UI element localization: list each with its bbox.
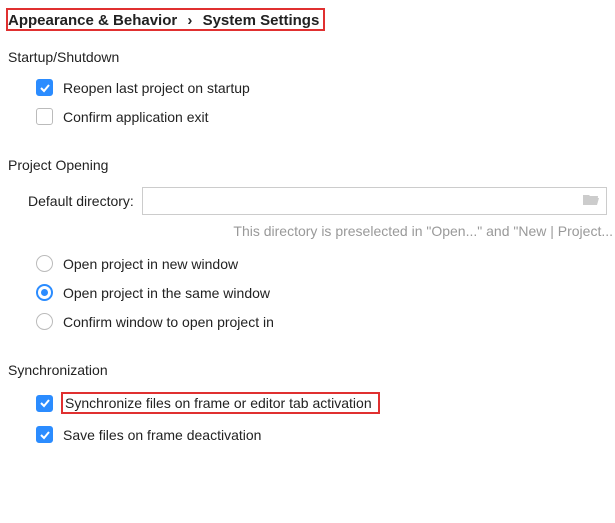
check-icon [39,429,51,441]
label-save-frame: Save files on frame deactivation [63,427,261,443]
label-reopen: Reopen last project on startup [63,80,250,96]
option-save-on-frame[interactable]: Save files on frame deactivation [0,420,615,449]
default-directory-input[interactable] [142,187,607,215]
folder-icon[interactable] [583,193,599,209]
label-new-window: Open project in new window [63,256,238,272]
section-title-opening: Project Opening [0,131,615,181]
checkbox-save-frame[interactable] [36,426,53,443]
option-reopen-last-project[interactable]: Reopen last project on startup [0,73,615,102]
section-title-startup: Startup/Shutdown [0,37,615,73]
option-open-new-window[interactable]: Open project in new window [0,249,615,278]
option-open-same-window[interactable]: Open project in the same window [0,278,615,307]
section-title-sync: Synchronization [0,336,615,386]
default-directory-label: Default directory: [28,193,134,209]
check-icon [39,82,51,94]
chevron-right-icon: › [187,12,192,29]
breadcrumb-parent[interactable]: Appearance & Behavior [8,12,177,29]
label-confirm-exit: Confirm application exit [63,109,209,125]
checkbox-reopen[interactable] [36,79,53,96]
breadcrumb-current: System Settings [203,12,320,29]
breadcrumb: Appearance & Behavior › System Settings [0,0,615,37]
option-sync-on-frame[interactable]: Synchronize files on frame or editor tab… [0,386,615,420]
option-confirm-exit[interactable]: Confirm application exit [0,102,615,131]
checkbox-confirm-exit[interactable] [36,108,53,125]
option-confirm-window[interactable]: Confirm window to open project in [0,307,615,336]
label-same-window: Open project in the same window [63,285,270,301]
check-icon [39,397,51,409]
label-confirm-window: Confirm window to open project in [63,314,274,330]
radio-new-window[interactable] [36,255,53,272]
label-sync-frame: Synchronize files on frame or editor tab… [65,395,372,411]
radio-same-window[interactable] [36,284,53,301]
radio-confirm-window[interactable] [36,313,53,330]
directory-hint: This directory is preselected in "Open..… [170,219,615,249]
checkbox-sync-frame[interactable] [36,395,53,412]
default-directory-row: Default directory: [0,181,615,219]
